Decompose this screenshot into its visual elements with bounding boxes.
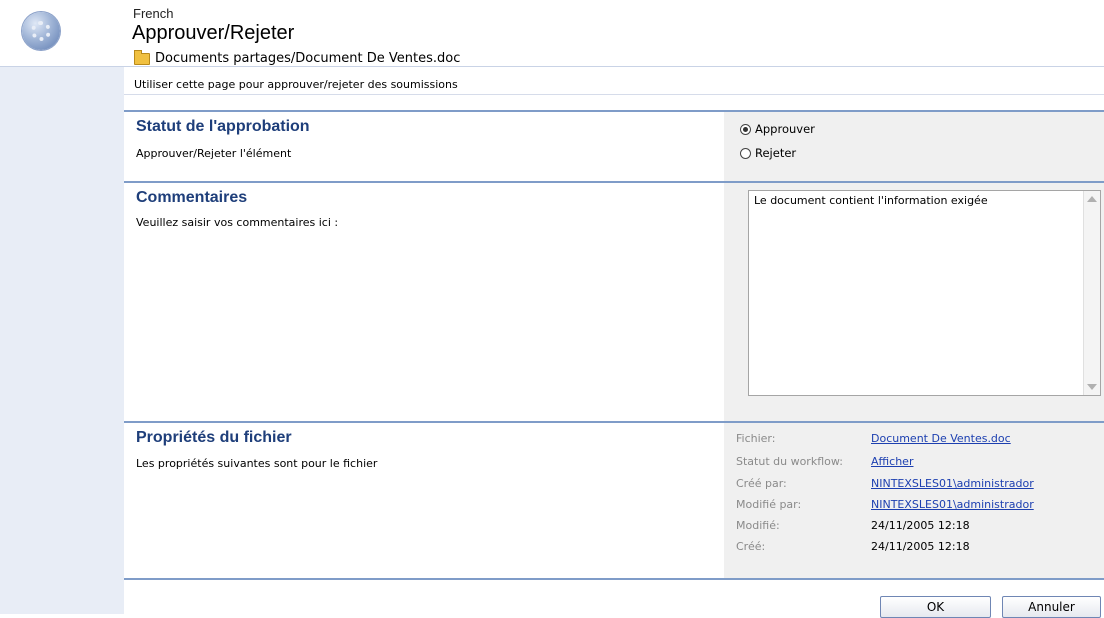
- prop-label-modified: Modifié:: [736, 519, 780, 532]
- site-language: French: [133, 6, 174, 21]
- scroll-down-arrow-icon[interactable]: [1087, 384, 1097, 390]
- prop-value-workflow-link[interactable]: Afficher: [871, 455, 913, 468]
- cancel-button[interactable]: Annuler: [1002, 596, 1101, 618]
- description-divider: [124, 94, 1104, 95]
- ok-button[interactable]: OK: [880, 596, 991, 618]
- prop-value-created-by-link[interactable]: NINTEXSLES01\administrador: [871, 477, 1034, 490]
- header-divider: [0, 66, 1104, 67]
- prop-value-fichier-link[interactable]: Document De Ventes.doc: [871, 432, 1011, 445]
- approval-section-title: Statut de l'approbation: [136, 118, 310, 135]
- prop-value-modified-by-link[interactable]: NINTEXSLES01\administrador: [871, 498, 1034, 511]
- prop-label-created: Créé:: [736, 540, 766, 553]
- page-description: Utiliser cette page pour approuver/rejet…: [134, 78, 458, 91]
- radio-reject-label[interactable]: Rejeter: [755, 146, 796, 160]
- footer-divider: [124, 578, 1104, 580]
- comments-textarea[interactable]: Le document contient l'information exigé…: [748, 190, 1101, 396]
- prop-label-created-by: Créé par:: [736, 477, 787, 490]
- breadcrumb: Documents partages/Document De Ventes.do…: [134, 49, 460, 66]
- properties-section-description: Les propriétés suivantes sont pour le fi…: [136, 457, 378, 470]
- radio-approve-option[interactable]: Approuver: [740, 122, 815, 136]
- page-title: Approuver/Rejeter: [132, 22, 295, 44]
- prop-label-modified-by: Modifié par:: [736, 498, 802, 511]
- prop-value-modified: 24/11/2005 12:18: [871, 519, 970, 532]
- comments-text[interactable]: Le document contient l'information exigé…: [754, 194, 988, 207]
- site-logo-icon: [22, 12, 60, 50]
- comments-section-description: Veuillez saisir vos commentaires ici :: [136, 216, 339, 229]
- approval-section-description: Approuver/Rejeter l'élément: [136, 147, 292, 160]
- comments-section-title: Commentaires: [136, 189, 248, 206]
- prop-value-created: 24/11/2005 12:18: [871, 540, 970, 553]
- scroll-up-arrow-icon[interactable]: [1087, 196, 1097, 202]
- section-divider: [124, 181, 1104, 183]
- radio-approve-label[interactable]: Approuver: [755, 122, 815, 136]
- radio-reject-option[interactable]: Rejeter: [740, 146, 796, 160]
- radio-reject[interactable]: [740, 147, 751, 159]
- section-divider: [124, 110, 1104, 112]
- gear-icon: [31, 21, 51, 41]
- prop-label-workflow: Statut du workflow:: [736, 455, 843, 468]
- section-divider: [124, 421, 1104, 423]
- left-nav-strip: [0, 66, 124, 614]
- textarea-scrollbar[interactable]: [1083, 191, 1100, 395]
- prop-label-fichier: Fichier:: [736, 432, 776, 445]
- breadcrumb-path[interactable]: Documents partages/Document De Ventes.do…: [155, 51, 460, 66]
- radio-approve[interactable]: [740, 123, 751, 135]
- properties-section-title: Propriétés du fichier: [136, 429, 292, 446]
- folder-icon: [134, 49, 150, 65]
